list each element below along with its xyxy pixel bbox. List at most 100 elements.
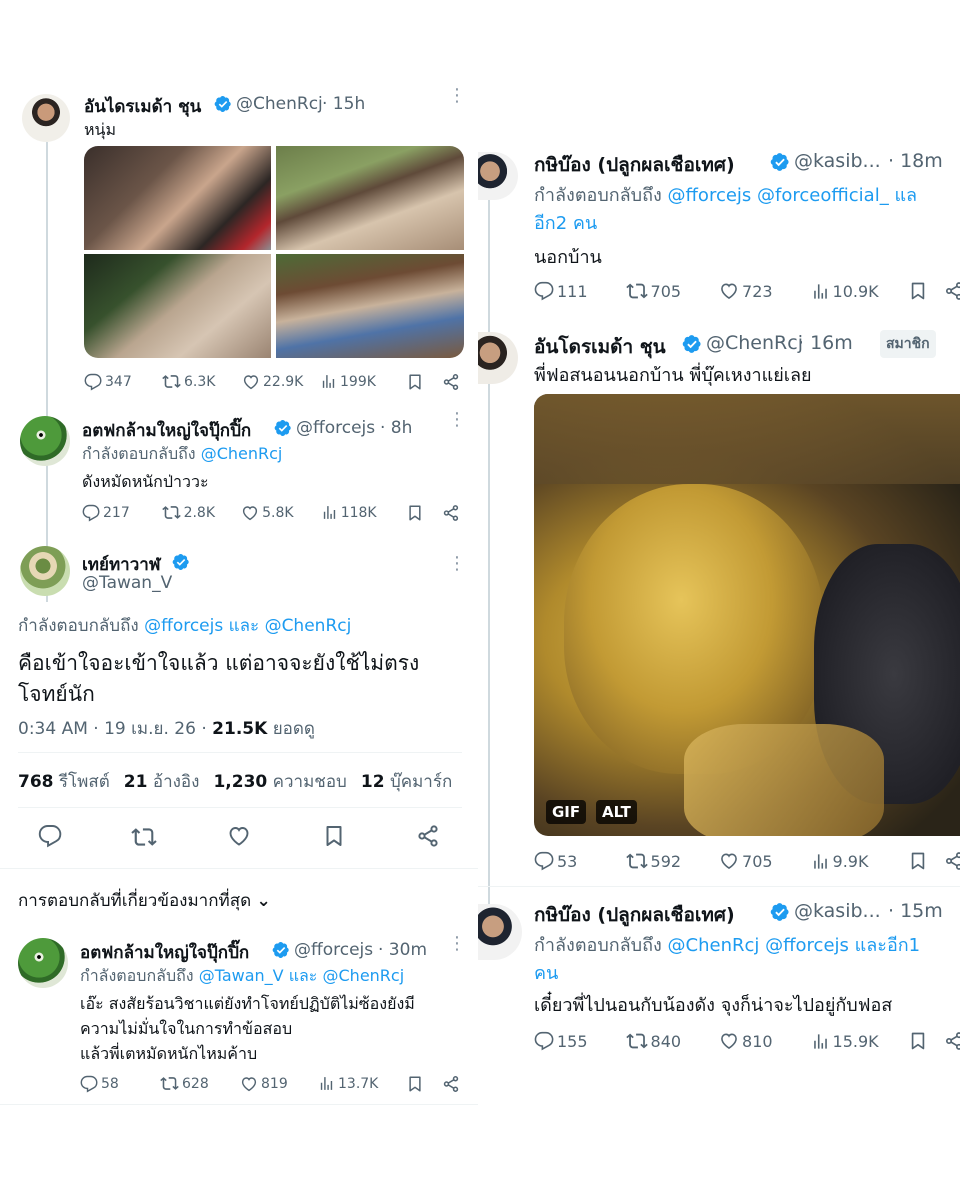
reply-button[interactable]: 58 bbox=[80, 1075, 160, 1093]
reply-mention-link[interactable]: @forceofficial_ bbox=[757, 185, 889, 206]
avatar[interactable] bbox=[478, 152, 518, 200]
avatar[interactable] bbox=[18, 938, 68, 988]
avatar[interactable] bbox=[22, 94, 70, 142]
more-options-icon[interactable]: ⋮ bbox=[448, 935, 466, 953]
retweet-button[interactable]: 6.3K bbox=[162, 372, 242, 391]
timestamp[interactable]: 0:34 AM · 19 เม.ย. 26 · bbox=[18, 719, 207, 739]
count-quotes[interactable]: 21 อ้างอิง bbox=[124, 768, 200, 795]
tweet-time[interactable]: · 18m bbox=[888, 150, 943, 172]
retweet-count: 705 bbox=[650, 281, 682, 301]
reply-button[interactable]: 53 bbox=[534, 851, 626, 871]
retweet-button[interactable]: 705 bbox=[626, 280, 720, 302]
reply-mention-link[interactable]: @fforcejs bbox=[765, 935, 849, 956]
share-icon[interactable] bbox=[442, 1075, 460, 1093]
tweet-time[interactable]: · 15h bbox=[322, 94, 365, 114]
like-button[interactable]: 723 bbox=[719, 281, 811, 301]
like-button[interactable]: 705 bbox=[719, 851, 811, 871]
tweet-time[interactable]: · 30m bbox=[378, 940, 427, 960]
photo-2[interactable] bbox=[276, 146, 464, 250]
views-button[interactable]: 199K bbox=[320, 373, 406, 390]
share-icon[interactable] bbox=[416, 824, 440, 848]
bookmark-icon[interactable] bbox=[406, 1075, 424, 1093]
photo-4[interactable] bbox=[276, 254, 464, 358]
views-button[interactable]: 13.7K bbox=[318, 1075, 406, 1092]
like-button[interactable]: 819 bbox=[240, 1075, 318, 1093]
photo-grid[interactable] bbox=[84, 146, 464, 358]
author-handle[interactable]: @kasib... bbox=[794, 900, 881, 922]
bookmark-icon[interactable] bbox=[908, 1031, 928, 1051]
bookmark-icon[interactable] bbox=[406, 373, 424, 391]
share-icon[interactable] bbox=[442, 373, 460, 391]
views-button[interactable]: 15.9K bbox=[811, 1032, 908, 1051]
like-button[interactable]: 810 bbox=[719, 1031, 811, 1051]
author-name[interactable]: อันไดรเมด้า ชุน bbox=[84, 93, 201, 120]
reply-others-link[interactable]: แล bbox=[894, 185, 917, 206]
reply-mention-link[interactable]: @ChenRcj bbox=[201, 444, 283, 463]
tweet-time[interactable]: · 8h bbox=[380, 418, 412, 438]
share-icon[interactable] bbox=[944, 851, 960, 871]
retweet-button[interactable]: 628 bbox=[160, 1074, 240, 1093]
author-handle[interactable]: @kasib... bbox=[794, 150, 881, 172]
views-button[interactable]: 9.9K bbox=[811, 852, 908, 871]
gif-badge: GIF bbox=[546, 800, 587, 824]
sort-replies-dropdown[interactable]: การตอบกลับที่เกี่ยวข้องมากที่สุด ⌄ bbox=[18, 887, 271, 914]
photo-3[interactable] bbox=[84, 254, 271, 358]
avatar[interactable] bbox=[478, 904, 522, 960]
share-icon[interactable] bbox=[442, 504, 460, 522]
reply-mention-link[interactable]: @fforcejs bbox=[668, 185, 752, 206]
more-options-icon[interactable]: ⋮ bbox=[448, 87, 466, 105]
bookmark-icon[interactable] bbox=[908, 281, 928, 301]
reply-mention-link[interactable]: @fforcejs bbox=[144, 616, 223, 636]
retweet-icon[interactable] bbox=[131, 824, 157, 850]
views-button[interactable]: 118K bbox=[321, 504, 407, 521]
more-options-icon[interactable]: ⋮ bbox=[448, 555, 466, 573]
author-name[interactable]: อตฟกล้ามใหญ่ใจปุ๊กปิ๊ก bbox=[82, 417, 251, 444]
author-handle[interactable]: @ChenRcj bbox=[706, 332, 803, 354]
reply-others-link[interactable]: อีก2 คน bbox=[534, 208, 597, 237]
tweet-time[interactable]: · 16m bbox=[798, 332, 853, 354]
reply-mention-link[interactable]: @ChenRcj bbox=[668, 935, 760, 956]
author-name[interactable]: อตฟกล้ามใหญ่ใจปุ๊กปิ๊ก bbox=[80, 939, 249, 966]
like-button[interactable]: 22.9K bbox=[242, 373, 320, 391]
gif-media[interactable]: GIF ALT bbox=[534, 394, 960, 836]
author-handle[interactable]: @Tawan_V bbox=[82, 573, 172, 593]
reply-others-link[interactable]: คน bbox=[534, 958, 558, 987]
retweet-count: 6.3K bbox=[184, 373, 216, 390]
share-icon[interactable] bbox=[944, 1031, 960, 1051]
author-name[interactable]: กษิบ๊อง (ปลูกผลเชือเทศ) bbox=[534, 150, 735, 180]
reply-mention-link[interactable]: @Tawan_V bbox=[199, 966, 284, 985]
count-reposts[interactable]: 768 รีโพสต์ bbox=[18, 768, 110, 795]
bookmark-icon[interactable] bbox=[322, 824, 346, 848]
share-icon[interactable] bbox=[944, 281, 960, 301]
author-handle[interactable]: @ChenRcj bbox=[236, 94, 323, 114]
reply-others-link[interactable]: และอีก1 bbox=[855, 935, 920, 956]
avatar[interactable] bbox=[478, 332, 518, 384]
reply-mention-link[interactable]: @ChenRcj bbox=[323, 966, 405, 985]
avatar[interactable] bbox=[20, 546, 70, 596]
retweet-button[interactable]: 592 bbox=[626, 850, 720, 872]
more-options-icon[interactable]: ⋮ bbox=[448, 411, 466, 429]
alt-text-badge[interactable]: ALT bbox=[596, 800, 637, 824]
author-handle[interactable]: @fforcejs bbox=[296, 418, 375, 438]
count-bookmarks[interactable]: 12 บุ๊คมาร์ก bbox=[361, 768, 452, 795]
avatar[interactable] bbox=[20, 416, 70, 466]
views-button[interactable]: 10.9K bbox=[811, 282, 908, 301]
like-icon[interactable] bbox=[227, 824, 251, 848]
reply-button[interactable]: 347 bbox=[84, 373, 162, 391]
reply-button[interactable]: 217 bbox=[82, 504, 162, 522]
author-handle[interactable]: @fforcejs bbox=[294, 940, 373, 960]
author-name[interactable]: กษิบ๊อง (ปลูกผลเชือเทศ) bbox=[534, 900, 735, 930]
bookmark-icon[interactable] bbox=[908, 851, 928, 871]
retweet-button[interactable]: 2.8K bbox=[162, 503, 242, 522]
reply-button[interactable]: 111 bbox=[534, 281, 626, 301]
tweet-time[interactable]: · 15m bbox=[888, 900, 943, 922]
bookmark-icon[interactable] bbox=[406, 504, 424, 522]
like-button[interactable]: 5.8K bbox=[241, 504, 321, 522]
reply-button[interactable]: 155 bbox=[534, 1031, 626, 1051]
reply-mention-link[interactable]: @ChenRcj bbox=[265, 616, 352, 636]
retweet-button[interactable]: 840 bbox=[626, 1030, 720, 1052]
count-likes[interactable]: 1,230 ความชอบ bbox=[213, 768, 346, 795]
reply-icon[interactable] bbox=[38, 824, 62, 848]
author-name[interactable]: อันโดรเมด้า ชุน bbox=[534, 332, 666, 362]
photo-1[interactable] bbox=[84, 146, 271, 250]
